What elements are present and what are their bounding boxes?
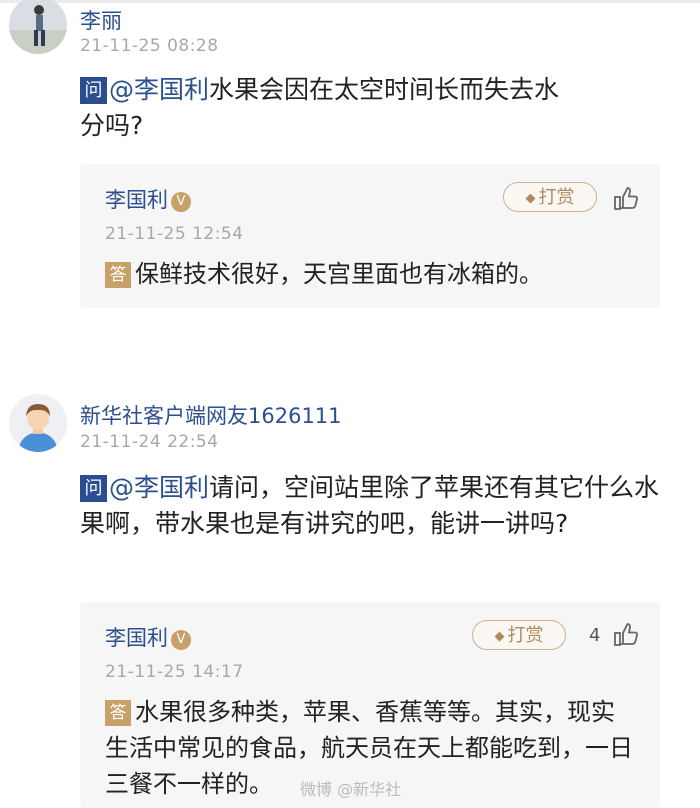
user-avatar[interactable] — [9, 0, 67, 54]
question-text: 问 @李国利请问，空间站里除了苹果还有其它什么水果啊，带水果也是有讲究的吧，能讲一… — [80, 470, 670, 542]
diamond-icon: ◆ — [494, 629, 505, 644]
qa-item: 李丽 21-11-25 08:28 问 @李国利水果会因在太空时间长而失去水分吗?… — [0, 0, 700, 330]
like-count: 4 — [589, 625, 601, 646]
reply-user-name-text: 李国利 — [105, 626, 168, 650]
question-user-name[interactable]: 新华社客户端网友1626111 — [80, 400, 342, 430]
reply-time: 21-11-25 14:17 — [105, 662, 244, 682]
tip-button[interactable]: ◆ 打赏 — [503, 182, 597, 212]
mention-link[interactable]: @李国利 — [109, 75, 209, 104]
diamond-icon: ◆ — [525, 191, 536, 206]
reply-time: 21-11-25 12:54 — [105, 224, 244, 244]
tip-label: 打赏 — [507, 625, 544, 646]
verified-icon: V — [171, 192, 191, 212]
question-user-name[interactable]: 李丽 — [80, 5, 122, 35]
question-tag: 问 — [80, 475, 107, 502]
question-time: 21-11-25 08:28 — [80, 36, 219, 56]
answer-text: 答保鲜技术很好，天宫里面也有冰箱的。 — [105, 256, 635, 292]
reply-user-name-text: 李国利 — [105, 188, 168, 212]
qa-item: 新华社客户端网友1626111 21-11-24 22:54 问 @李国利请问，空… — [0, 390, 700, 808]
answer-body: 保鲜技术很好，天宫里面也有冰箱的。 — [135, 260, 543, 288]
thumbs-up-icon[interactable] — [613, 186, 639, 212]
verified-icon: V — [171, 630, 191, 650]
tip-button[interactable]: ◆ 打赏 — [472, 620, 566, 650]
thumbs-up-icon[interactable] — [613, 622, 639, 648]
question-text: 问 @李国利水果会因在太空时间长而失去水分吗? — [80, 72, 580, 144]
watermark: 微博 @新华社 — [300, 780, 402, 799]
question-time: 21-11-24 22:54 — [80, 432, 219, 452]
tip-label: 打赏 — [538, 187, 575, 208]
answer-tag: 答 — [105, 262, 131, 288]
reply-user-name[interactable]: 李国利 V — [105, 622, 191, 652]
user-avatar[interactable] — [9, 394, 67, 452]
mention-link[interactable]: @李国利 — [109, 473, 209, 502]
question-tag: 问 — [80, 77, 107, 104]
reply-user-name[interactable]: 李国利 V — [105, 184, 191, 214]
answer-tag: 答 — [105, 700, 131, 726]
reply-box: 李国利 V ◆ 打赏 21-11-25 12:54 答保鲜技术很好，天宫里面也有冰箱… — [80, 164, 660, 308]
